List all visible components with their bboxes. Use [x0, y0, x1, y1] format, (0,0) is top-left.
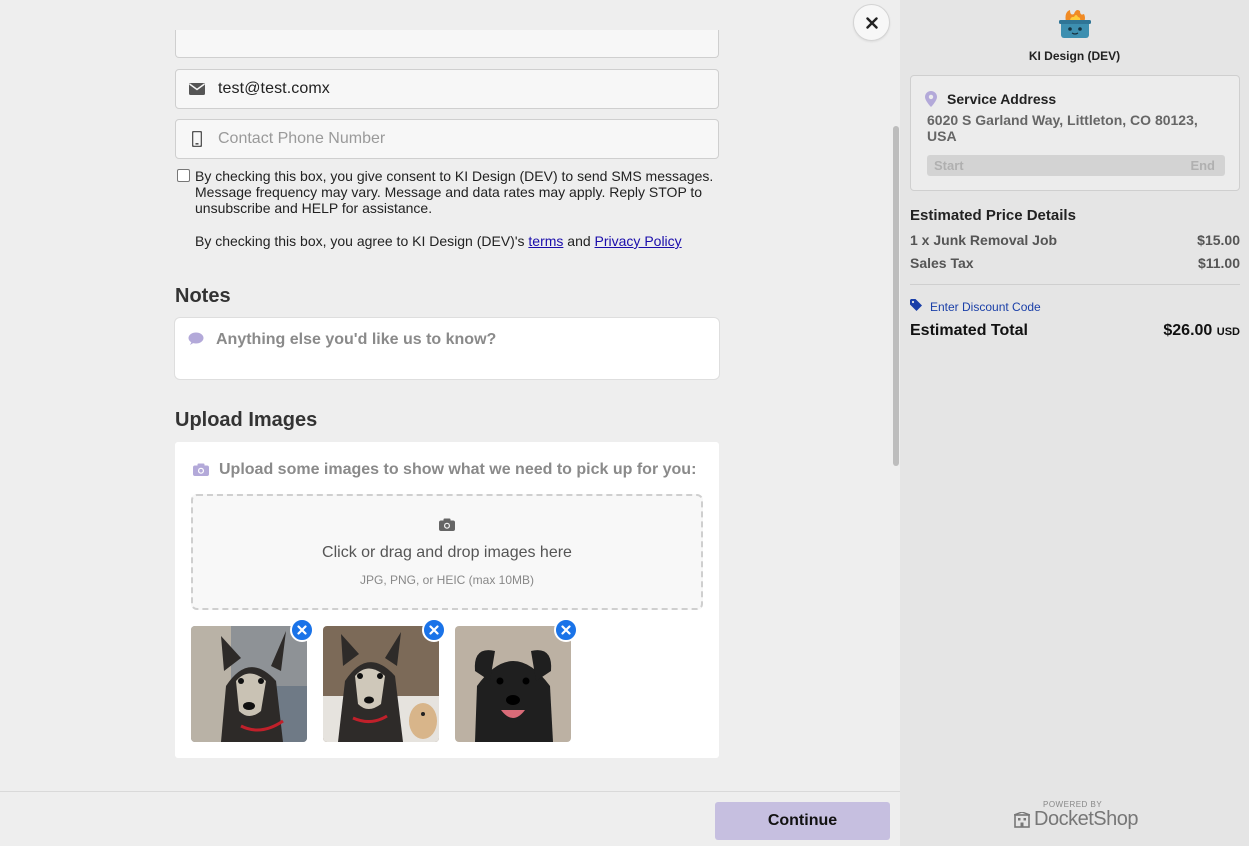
- close-icon: [561, 625, 571, 635]
- name-field[interactable]: [175, 30, 719, 58]
- mobile-phone-icon: [176, 131, 218, 147]
- line-item-amount: $15.00: [1197, 232, 1240, 248]
- enter-discount-code-link[interactable]: Enter Discount Code: [910, 299, 1041, 314]
- dropzone-hint: JPG, PNG, or HEIC (max 10MB): [359, 573, 535, 587]
- price-line-item: 1 x Junk Removal Job $15.00: [910, 232, 1240, 248]
- platform-logo[interactable]: DocketShop: [1014, 808, 1138, 831]
- notes-textarea[interactable]: Anything else you'd like us to know?: [174, 317, 720, 380]
- service-address-card: Service Address 6020 S Garland Way, Litt…: [910, 75, 1240, 191]
- upload-prompt: Upload some images to show what we need …: [219, 461, 697, 478]
- time-end-label: End: [1190, 158, 1215, 173]
- upload-card: Upload some images to show what we need …: [175, 442, 719, 758]
- terms-agreement: By checking this box, you agree to KI De…: [195, 233, 682, 249]
- email-field[interactable]: test@test.comx: [175, 69, 719, 109]
- close-icon: [429, 625, 439, 635]
- uploaded-image-thumbnail: [323, 626, 439, 742]
- total-value: $26.00: [1163, 322, 1213, 339]
- continue-button[interactable]: Continue: [715, 802, 890, 840]
- sms-consent-checkbox[interactable]: [177, 169, 190, 182]
- service-address-title: Service Address: [947, 91, 1057, 107]
- remove-image-button[interactable]: [290, 618, 314, 642]
- agree-prefix: By checking this box, you agree to KI De…: [195, 233, 529, 249]
- close-icon: [865, 16, 878, 29]
- email-value: test@test.comx: [218, 80, 330, 97]
- divider: [910, 284, 1240, 285]
- camera-icon: [193, 463, 209, 481]
- estimated-total-row: Estimated Total $26.00 USD: [910, 322, 1240, 340]
- price-details-title: Estimated Price Details: [910, 207, 1076, 224]
- order-summary-sidebar: KI Design (DEV) Service Address 6020 S G…: [900, 0, 1249, 846]
- envelope-icon: [176, 83, 218, 95]
- total-amount: $26.00 USD: [1163, 322, 1240, 340]
- line-item-label: Sales Tax: [910, 255, 974, 271]
- line-item-amount: $11.00: [1197, 255, 1240, 271]
- uploaded-image-thumbnail: [191, 626, 307, 742]
- remove-image-button[interactable]: [422, 618, 446, 642]
- sms-consent-text: By checking this box, you give consent t…: [195, 168, 714, 216]
- comment-icon: [188, 332, 204, 351]
- brand-name: KI Design (DEV): [1028, 49, 1121, 63]
- platform-name: DocketShop: [1034, 808, 1138, 830]
- terms-link[interactable]: terms: [528, 233, 563, 249]
- discount-label: Enter Discount Code: [930, 299, 1041, 314]
- upload-heading: Upload Images: [175, 409, 318, 431]
- time-window-bar: Start End: [927, 155, 1225, 176]
- scrollbar-thumb[interactable]: [893, 126, 899, 466]
- time-start-label: Start: [934, 158, 964, 173]
- phone-field[interactable]: Contact Phone Number: [175, 119, 719, 159]
- uploaded-image-thumbnail: [455, 626, 571, 742]
- price-line-item: Sales Tax $11.00: [910, 255, 1240, 271]
- remove-image-button[interactable]: [554, 618, 578, 642]
- close-icon: [297, 625, 307, 635]
- notes-placeholder: Anything else you'd like us to know?: [216, 331, 497, 348]
- image-dropzone[interactable]: Click or drag and drop images here JPG, …: [191, 494, 703, 610]
- building-icon: [1014, 811, 1030, 828]
- phone-placeholder: Contact Phone Number: [218, 130, 386, 147]
- checkout-main-panel: test@test.comx Contact Phone Number By c…: [0, 0, 900, 846]
- camera-icon: [439, 518, 455, 536]
- agree-and: and: [563, 233, 595, 249]
- line-item-label: 1 x Junk Removal Job: [910, 232, 1058, 248]
- map-pin-icon: [925, 91, 937, 112]
- privacy-policy-link[interactable]: Privacy Policy: [595, 233, 682, 249]
- notes-heading: Notes: [175, 285, 231, 307]
- brand-logo: [1058, 8, 1092, 45]
- dropzone-title: Click or drag and drop images here: [322, 544, 572, 561]
- service-address: 6020 S Garland Way, Littleton, CO 80123,…: [927, 112, 1198, 144]
- close-button[interactable]: [853, 4, 890, 41]
- tag-icon: [910, 299, 922, 314]
- total-currency: USD: [1216, 326, 1240, 338]
- total-label: Estimated Total: [910, 322, 1028, 339]
